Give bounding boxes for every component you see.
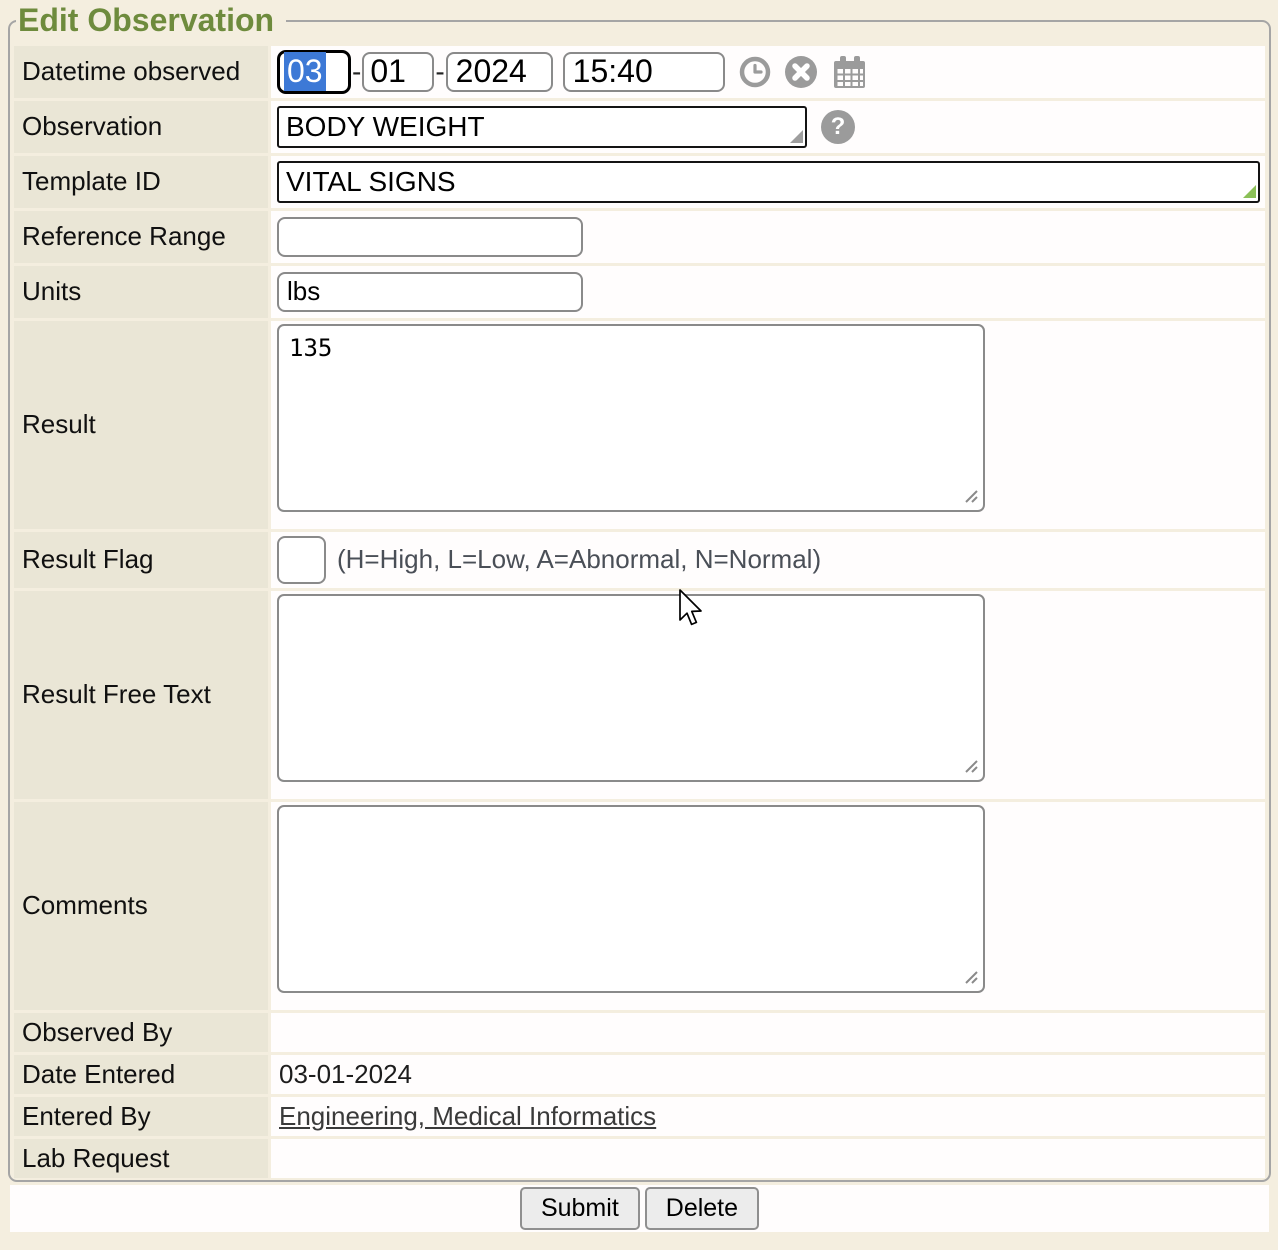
- reference-range-label: Reference Range: [14, 211, 268, 263]
- units-input[interactable]: [277, 272, 583, 312]
- datetime-year-input[interactable]: [446, 52, 553, 92]
- result-free-text-value-cell: [271, 591, 1265, 799]
- row-observed-by: Observed By: [14, 1013, 1265, 1052]
- template-id-value-cell: [271, 156, 1265, 208]
- entered-by-link[interactable]: Engineering, Medical Informatics: [277, 1101, 656, 1132]
- row-reference-range: Reference Range: [14, 211, 1265, 263]
- submit-button[interactable]: Submit: [520, 1187, 640, 1230]
- row-observation: Observation ?: [14, 101, 1265, 153]
- date-separator: -: [352, 56, 361, 88]
- row-result-free-text: Result Free Text: [14, 591, 1265, 799]
- result-label: Result: [14, 321, 268, 529]
- page-title: Edit Observation: [16, 4, 286, 38]
- template-id-label: Template ID: [14, 156, 268, 208]
- datetime-observed-value-cell: 03 - -: [271, 46, 1265, 98]
- comments-label: Comments: [14, 802, 268, 1010]
- observation-label: Observation: [14, 101, 268, 153]
- resize-handle-icon[interactable]: [963, 758, 979, 779]
- template-id-input[interactable]: [277, 161, 1260, 203]
- row-units: Units: [14, 266, 1265, 318]
- date-entered-label: Date Entered: [14, 1055, 268, 1094]
- form-actions: Submit Delete: [10, 1185, 1269, 1232]
- selected-text: 03: [284, 52, 326, 91]
- observed-by-label: Observed By: [14, 1013, 268, 1052]
- date-entered-value-cell: 03-01-2024: [271, 1055, 1265, 1094]
- datetime-icon-group: [739, 54, 867, 90]
- lab-request-label: Lab Request: [14, 1139, 268, 1178]
- result-textarea[interactable]: 135: [277, 324, 985, 512]
- row-template-id: Template ID: [14, 156, 1265, 208]
- date-entered-value: 03-01-2024: [277, 1059, 412, 1090]
- datetime-day-input[interactable]: [362, 52, 434, 92]
- result-value-cell: 135: [271, 321, 1265, 529]
- row-result: Result 135: [14, 321, 1265, 529]
- comments-textarea[interactable]: [277, 805, 985, 993]
- observation-input[interactable]: [277, 106, 807, 148]
- edit-observation-form: Edit Observation Datetime observed 03 - …: [8, 4, 1271, 1182]
- entered-by-label: Entered By: [14, 1097, 268, 1136]
- date-separator: -: [435, 56, 444, 88]
- clear-icon[interactable]: [784, 55, 818, 89]
- row-datetime-observed: Datetime observed 03 - -: [14, 46, 1265, 98]
- datetime-observed-label: Datetime observed: [14, 46, 268, 98]
- units-value-cell: [271, 266, 1265, 318]
- clock-icon[interactable]: [739, 56, 771, 88]
- resize-handle-icon[interactable]: [963, 488, 979, 509]
- reference-range-input[interactable]: [277, 217, 583, 257]
- result-flag-input[interactable]: [277, 536, 326, 584]
- calendar-icon[interactable]: [831, 54, 867, 90]
- reference-range-value-cell: [271, 211, 1265, 263]
- row-entered-by: Entered By Engineering, Medical Informat…: [14, 1097, 1265, 1136]
- observed-by-value-cell: [271, 1013, 1265, 1052]
- resize-handle-icon[interactable]: [963, 969, 979, 990]
- help-icon[interactable]: ?: [821, 110, 855, 144]
- units-label: Units: [14, 266, 268, 318]
- result-free-text-textarea[interactable]: [277, 594, 985, 782]
- delete-button[interactable]: Delete: [645, 1187, 759, 1230]
- lab-request-value-cell: [271, 1139, 1265, 1178]
- result-free-text-label: Result Free Text: [14, 591, 268, 799]
- row-lab-request: Lab Request: [14, 1139, 1265, 1178]
- row-date-entered: Date Entered 03-01-2024: [14, 1055, 1265, 1094]
- observation-value-cell: ?: [271, 101, 1265, 153]
- result-flag-hint: (H=High, L=Low, A=Abnormal, N=Normal): [337, 544, 821, 575]
- datetime-month-input[interactable]: 03: [277, 50, 351, 94]
- result-flag-label: Result Flag: [14, 532, 268, 588]
- entered-by-value-cell: Engineering, Medical Informatics: [271, 1097, 1265, 1136]
- result-flag-value-cell: (H=High, L=Low, A=Abnormal, N=Normal): [271, 532, 1265, 588]
- datetime-time-input[interactable]: [563, 52, 725, 92]
- row-comments: Comments: [14, 802, 1265, 1010]
- row-result-flag: Result Flag (H=High, L=Low, A=Abnormal, …: [14, 532, 1265, 588]
- comments-value-cell: [271, 802, 1265, 1010]
